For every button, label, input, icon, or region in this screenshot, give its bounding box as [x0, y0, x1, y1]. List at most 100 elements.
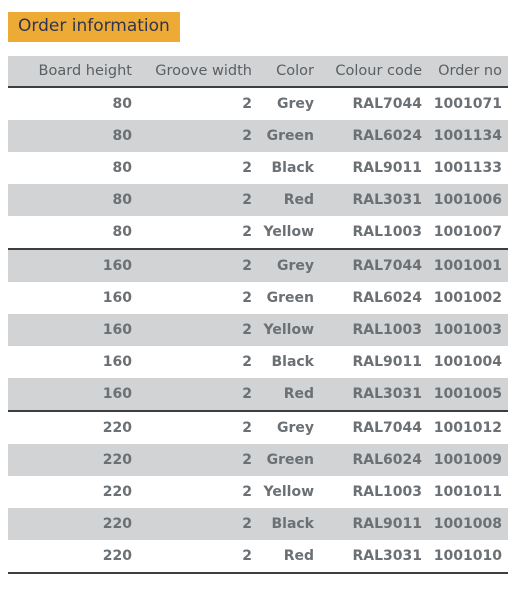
order-table-container: Board height Groove width Color Colour c… [8, 56, 508, 574]
cell-board-height: 80 [112, 160, 132, 176]
cell-color: Black [271, 160, 314, 176]
cell-groove-width: 2 [138, 248, 258, 282]
cell-color: Grey [258, 248, 320, 282]
cell-groove-width: 2 [242, 224, 252, 240]
cell-color: Green [266, 290, 314, 306]
cell-order-no: 1001006 [428, 184, 508, 216]
cell-colour-code: RAL1003 [352, 224, 422, 240]
cell-order-no: 1001012 [428, 410, 508, 444]
cell-color: Yellow [258, 314, 320, 346]
table-header: Board height Groove width Color Colour c… [8, 56, 508, 87]
cell-board-height: 220 [8, 410, 138, 444]
table-row: 220 2 Red RAL3031 1001010 [8, 540, 508, 574]
column-header-colour-code: Colour code [320, 56, 428, 87]
cell-board-height: 80 [112, 96, 132, 112]
table-row: 80 2 Green RAL6024 1001134 [8, 120, 508, 152]
cell-order-no: 1001002 [433, 290, 502, 306]
column-header-groove-width: Groove width [138, 56, 258, 87]
cell-colour-code: RAL6024 [320, 120, 428, 152]
table-row: 220 2 Black RAL9011 1001008 [8, 508, 508, 540]
cell-board-height: 160 [102, 290, 132, 306]
cell-board-height: 220 [8, 444, 138, 476]
cell-colour-code: RAL7044 [352, 96, 422, 112]
cell-board-height: 80 [8, 184, 138, 216]
cell-colour-code: RAL9011 [320, 508, 428, 540]
cell-groove-width: 2 [138, 410, 258, 444]
cell-order-no: 1001009 [428, 444, 508, 476]
table-row: 160 2 Yellow RAL1003 1001003 [8, 314, 508, 346]
order-information-sheet: Order information Board height Groove wi… [0, 0, 523, 594]
header-row: Board height Groove width Color Colour c… [8, 56, 508, 87]
cell-order-no: 1001011 [433, 484, 502, 500]
table-row: 80 2 Yellow RAL1003 1001007 [8, 216, 508, 249]
cell-groove-width: 2 [242, 484, 252, 500]
cell-color: Green [258, 444, 320, 476]
cell-groove-width: 2 [138, 120, 258, 152]
cell-order-no: 1001071 [433, 96, 502, 112]
cell-color: Red [258, 540, 320, 574]
cell-order-no: 1001001 [428, 248, 508, 282]
cell-colour-code: RAL3031 [320, 184, 428, 216]
cell-order-no: 1001007 [433, 224, 502, 240]
cell-groove-width: 2 [138, 540, 258, 574]
column-header-board-height: Board height [8, 56, 138, 87]
cell-colour-code: RAL7044 [320, 248, 428, 282]
cell-board-height: 220 [8, 540, 138, 574]
table-body: 80 2 Grey RAL7044 1001071 80 2 Green RAL6024 1001… [8, 87, 508, 574]
cell-board-height: 80 [112, 224, 132, 240]
cell-colour-code: RAL6024 [320, 444, 428, 476]
cell-groove-width: 2 [138, 378, 258, 411]
cell-colour-code: RAL1003 [320, 314, 428, 346]
cell-color: Red [258, 378, 320, 411]
cell-board-height: 160 [8, 248, 138, 282]
cell-groove-width: 2 [242, 290, 252, 306]
table-row: 220 2 Yellow RAL1003 1001011 [8, 476, 508, 508]
cell-groove-width: 2 [138, 184, 258, 216]
table-row: 160 2 Red RAL3031 1001005 [8, 378, 508, 411]
cell-order-no: 1001010 [428, 540, 508, 574]
cell-order-no: 1001134 [428, 120, 508, 152]
cell-colour-code: RAL3031 [320, 378, 428, 411]
cell-color: Green [258, 120, 320, 152]
table-row: 80 2 Red RAL3031 1001006 [8, 184, 508, 216]
cell-colour-code: RAL1003 [352, 484, 422, 500]
cell-board-height: 220 [102, 484, 132, 500]
table-row: 80 2 Grey RAL7044 1001071 [8, 87, 508, 120]
cell-groove-width: 2 [138, 508, 258, 540]
cell-groove-width: 2 [138, 314, 258, 346]
table-row: 160 2 Grey RAL7044 1001001 [8, 248, 508, 282]
table-row: 220 2 Green RAL6024 1001009 [8, 444, 508, 476]
cell-order-no: 1001133 [433, 160, 502, 176]
cell-board-height: 160 [8, 378, 138, 411]
order-table: Board height Groove width Color Colour c… [8, 56, 508, 574]
cell-color: Red [258, 184, 320, 216]
cell-color: Grey [258, 410, 320, 444]
cell-groove-width: 2 [242, 354, 252, 370]
cell-color: Black [271, 354, 314, 370]
cell-color: Yellow [263, 224, 315, 240]
cell-colour-code: RAL7044 [320, 410, 428, 444]
cell-order-no: 1001003 [428, 314, 508, 346]
cell-board-height: 160 [102, 354, 132, 370]
cell-colour-code: RAL9011 [352, 160, 422, 176]
cell-groove-width: 2 [138, 444, 258, 476]
cell-board-height: 160 [8, 314, 138, 346]
column-header-order-no: Order no [428, 56, 508, 87]
column-header-color: Color [258, 56, 320, 87]
cell-colour-code: RAL6024 [352, 290, 422, 306]
cell-colour-code: RAL9011 [352, 354, 422, 370]
cell-order-no: 1001004 [433, 354, 502, 370]
table-row: 220 2 Grey RAL7044 1001012 [8, 410, 508, 444]
cell-color: Yellow [263, 484, 315, 500]
cell-color: Black [258, 508, 320, 540]
cell-colour-code: RAL3031 [320, 540, 428, 574]
cell-groove-width: 2 [242, 160, 252, 176]
cell-groove-width: 2 [242, 96, 252, 112]
page-title: Order information [18, 16, 170, 36]
cell-color: Grey [276, 96, 314, 112]
cell-order-no: 1001005 [428, 378, 508, 411]
table-row: 160 2 Black RAL9011 1001004 [8, 346, 508, 378]
cell-board-height: 80 [8, 120, 138, 152]
table-row: 80 2 Black RAL9011 1001133 [8, 152, 508, 184]
cell-board-height: 220 [8, 508, 138, 540]
